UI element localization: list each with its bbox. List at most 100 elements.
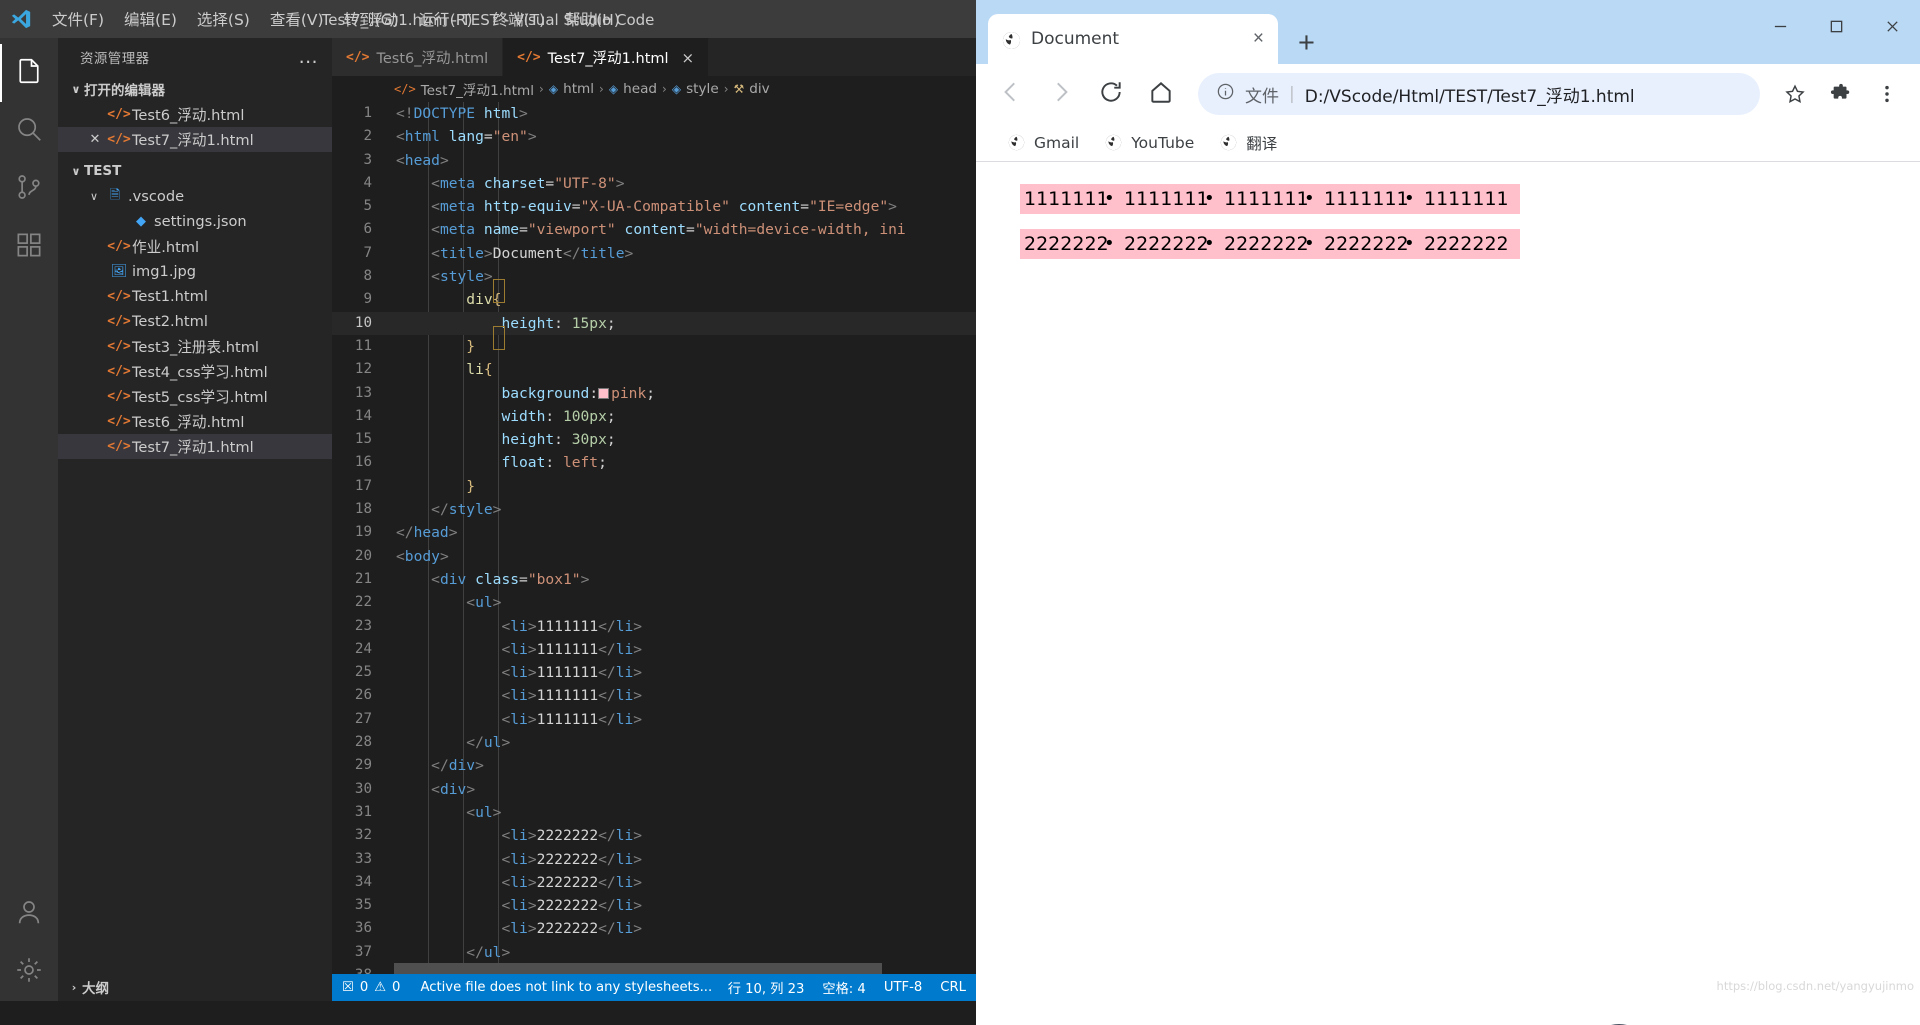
breadcrumb-head[interactable]: head <box>623 81 657 97</box>
code-line[interactable]: 21 <div class="box1"> <box>332 568 976 591</box>
line-content[interactable]: <style> <box>394 265 976 288</box>
tree-item-test7-html[interactable]: </> Test7_浮动1.html <box>58 434 332 459</box>
line-content[interactable]: <li>2222222</li> <box>394 917 976 940</box>
tree-item-settings-json[interactable]: ◆ settings.json <box>58 209 332 234</box>
code-line[interactable]: 16 float: left; <box>332 451 976 474</box>
tree-item-zuoye-html[interactable]: </> 作业.html <box>58 234 332 259</box>
code-line[interactable]: 8 <style> <box>332 265 976 288</box>
activity-explorer[interactable] <box>0 44 58 102</box>
code-line[interactable]: 7 <title>Document</title> <box>332 242 976 265</box>
open-editors-section[interactable]: 打开的编辑器 <box>58 76 332 102</box>
tree-item-test6-html[interactable]: </> Test6_浮动.html <box>58 409 332 434</box>
bookmark-star-icon[interactable] <box>1774 73 1816 115</box>
info-circle-icon[interactable] <box>1216 82 1235 106</box>
code-line[interactable]: 14 width: 100px; <box>332 405 976 428</box>
close-tab-icon[interactable]: × <box>682 49 695 67</box>
line-content[interactable]: } <box>394 475 976 498</box>
activity-search[interactable] <box>0 102 58 160</box>
line-content[interactable]: li{ <box>394 358 976 381</box>
line-content[interactable]: </div> <box>394 754 976 777</box>
cursor-position[interactable]: 行 10, 列 23 <box>728 978 805 997</box>
line-content[interactable]: float: left; <box>394 451 976 474</box>
close-editor-icon[interactable]: ✕ <box>84 132 106 147</box>
line-content[interactable]: <meta charset="UTF-8"> <box>394 172 976 195</box>
line-content[interactable]: <li>2222222</li> <box>394 824 976 847</box>
code-line[interactable]: 32 <li>2222222</li> <box>332 824 976 847</box>
extensions-puzzle-icon[interactable] <box>1820 73 1862 115</box>
indent-setting[interactable]: 空格: 4 <box>822 978 865 997</box>
line-content[interactable]: <ul> <box>394 591 976 614</box>
bookmark-youtube[interactable]: YouTube <box>1095 130 1204 156</box>
code-line[interactable]: 26 <li>1111111</li> <box>332 684 976 707</box>
code-line[interactable]: 2 <html lang="en"> <box>332 125 976 148</box>
line-content[interactable]: <div class="box1"> <box>394 568 976 591</box>
error-count[interactable]: 0 <box>360 980 368 995</box>
line-content[interactable]: <li>2222222</li> <box>394 871 976 894</box>
window-controls[interactable] <box>1752 0 1920 52</box>
line-content[interactable]: <meta http-equiv="X-UA-Compatible" conte… <box>394 195 976 218</box>
line-content[interactable]: <li>1111111</li> <box>394 615 976 638</box>
home-button[interactable] <box>1138 71 1184 117</box>
url-text[interactable]: D:/VScode/Html/TEST/Test7_浮动1.html <box>1305 82 1635 107</box>
code-line[interactable]: 37 </ul> <box>332 941 976 964</box>
open-editor-test7[interactable]: ✕ </> Test7_浮动1.html <box>58 127 332 152</box>
vscode-menubar[interactable]: 文件(F) 编辑(E) 选择(S) 查看(V) 转到(G) 运行(R) 终端(T… <box>42 5 630 33</box>
tree-item-test5-html[interactable]: </> Test5_css学习.html <box>58 384 332 409</box>
tree-item-vscode-folder[interactable]: 🗎 .vscode <box>58 184 332 209</box>
line-content[interactable]: </head> <box>394 521 976 544</box>
line-content[interactable]: </style> <box>394 498 976 521</box>
line-content[interactable]: div{ <box>394 288 976 311</box>
line-content[interactable]: </ul> <box>394 731 976 754</box>
close-icon[interactable] <box>1864 0 1920 52</box>
line-content[interactable]: <!DOCTYPE html> <box>394 102 976 125</box>
breadcrumb-file[interactable]: Test7_浮动1.html <box>421 79 534 99</box>
code-line[interactable]: 15 height: 30px; <box>332 428 976 451</box>
menu-selection[interactable]: 选择(S) <box>187 5 260 33</box>
menu-view[interactable]: 查看(V) <box>260 5 334 33</box>
browser-tab-document[interactable]: Document × <box>988 14 1278 64</box>
menu-edit[interactable]: 编辑(E) <box>114 5 187 33</box>
address-bar[interactable]: 文件 | D:/VScode/Html/TEST/Test7_浮动1.html <box>1198 73 1760 115</box>
code-line[interactable]: 6 <meta name="viewport" content="width=d… <box>332 218 976 241</box>
line-content[interactable]: <li>2222222</li> <box>394 848 976 871</box>
warning-icon[interactable]: ⚠ <box>374 980 386 995</box>
code-line[interactable]: 24 <li>1111111</li> <box>332 638 976 661</box>
bookmark-gmail[interactable]: Gmail <box>998 130 1089 156</box>
line-content[interactable]: <li>1111111</li> <box>394 708 976 731</box>
code-line[interactable]: 23 <li>1111111</li> <box>332 615 976 638</box>
code-line[interactable]: 9 div{ <box>332 288 976 311</box>
breadcrumb-div[interactable]: div <box>749 81 769 97</box>
line-content[interactable]: <li>2222222</li> <box>394 894 976 917</box>
activity-source-control[interactable] <box>0 160 58 218</box>
activity-account[interactable] <box>0 885 58 943</box>
code-line[interactable]: 29 </div> <box>332 754 976 777</box>
minimize-icon[interactable] <box>1752 0 1808 52</box>
activity-bar[interactable] <box>0 38 58 1001</box>
code-line[interactable]: 11 } <box>332 335 976 358</box>
workspace-section[interactable]: TEST <box>58 158 332 184</box>
line-content[interactable]: </ul> <box>394 941 976 964</box>
outline-section[interactable]: 大纲 <box>58 973 332 1001</box>
close-tab-icon[interactable]: × <box>1253 28 1264 50</box>
breadcrumb[interactable]: </> Test7_浮动1.html › ◈ html › ◈ head › ◈… <box>332 76 976 102</box>
line-content[interactable]: height: 30px; <box>394 428 976 451</box>
code-line[interactable]: 28 </ul> <box>332 731 976 754</box>
code-line[interactable]: 34 <li>2222222</li> <box>332 871 976 894</box>
back-button[interactable] <box>988 71 1034 117</box>
horizontal-scrollbar[interactable] <box>394 963 962 974</box>
tree-item-test3-html[interactable]: </> Test3_注册表.html <box>58 334 332 359</box>
line-content[interactable]: <li>1111111</li> <box>394 661 976 684</box>
breadcrumb-html[interactable]: html <box>563 81 594 97</box>
tree-item-test2-html[interactable]: </> Test2.html <box>58 309 332 334</box>
breadcrumb-style[interactable]: style <box>686 81 719 97</box>
error-icon[interactable]: ☒ <box>342 980 354 995</box>
activity-extensions[interactable] <box>0 218 58 276</box>
activity-settings[interactable] <box>0 943 58 1001</box>
maximize-icon[interactable] <box>1808 0 1864 52</box>
line-content[interactable]: <li>1111111</li> <box>394 684 976 707</box>
code-line[interactable]: 36 <li>2222222</li> <box>332 917 976 940</box>
encoding[interactable]: UTF-8 <box>884 980 922 995</box>
line-content[interactable]: <body> <box>394 545 976 568</box>
open-editor-test6[interactable]: </> Test6_浮动.html <box>58 102 332 127</box>
line-content[interactable]: <ul> <box>394 801 976 824</box>
